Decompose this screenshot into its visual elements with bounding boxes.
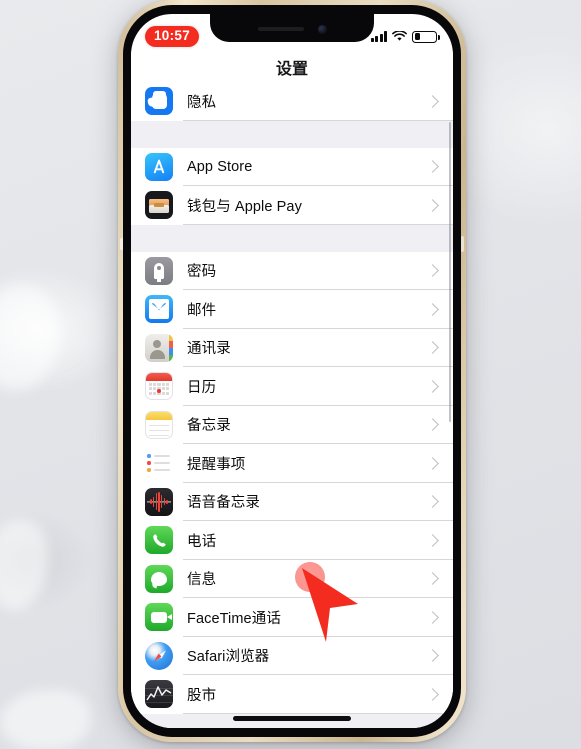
settings-row-phone[interactable]: 电话: [131, 521, 453, 560]
chevron-right-icon: [426, 160, 439, 174]
phone-screen: 10:57 设置 隐私 App Store 钱包与 Apple Pay 密码 邮…: [131, 14, 453, 728]
chevron-right-icon: [426, 94, 439, 108]
chevron-right-icon: [426, 456, 439, 470]
list-scrollbar[interactable]: [448, 122, 451, 422]
settings-row-label: Safari浏览器: [187, 649, 270, 666]
settings-row-label: 日历: [187, 379, 217, 396]
voice-memos-icon: [145, 487, 173, 516]
settings-list: 隐私 App Store 钱包与 Apple Pay 密码 邮件 通讯录 日历 …: [131, 82, 453, 728]
settings-group: 隐私: [131, 82, 453, 121]
settings-row-facetime[interactable]: FaceTime通话: [131, 598, 453, 637]
stocks-icon: [145, 680, 173, 709]
settings-row-label: 隐私: [187, 94, 217, 111]
settings-group: 密码 邮件 通讯录 日历 备忘录 提醒事项 语音备忘录 电话 信息 FaceTi…: [131, 251, 453, 714]
notes-icon: [145, 410, 173, 439]
background-blob: [0, 690, 90, 749]
settings-row-label: FaceTime通话: [187, 610, 281, 627]
app-store-icon: [145, 152, 173, 181]
phone-icon: [145, 526, 173, 555]
safari-icon: [145, 641, 173, 670]
chevron-right-icon: [426, 198, 439, 212]
settings-group: App Store 钱包与 Apple Pay: [131, 147, 453, 225]
settings-row-label: 语音备忘录: [187, 495, 260, 512]
settings-row-label: 备忘录: [187, 418, 231, 435]
calendar-icon: [145, 372, 173, 401]
chevron-right-icon: [426, 379, 439, 393]
privacy-hand-icon: [145, 87, 173, 116]
settings-row-notes[interactable]: 备忘录: [131, 405, 453, 444]
background-blob: [0, 285, 60, 390]
settings-row-label: 钱包与 Apple Pay: [187, 198, 302, 215]
chevron-right-icon: [426, 572, 439, 586]
notch: [210, 14, 374, 42]
background-blob: [0, 520, 48, 610]
settings-row-label: 电话: [187, 533, 217, 550]
chevron-right-icon: [426, 649, 439, 663]
settings-row-label: 股市: [187, 687, 217, 704]
settings-row-messages[interactable]: 信息: [131, 559, 453, 598]
front-camera-icon: [317, 24, 327, 34]
facetime-icon: [145, 603, 173, 632]
chevron-right-icon: [426, 610, 439, 624]
settings-row-reminders[interactable]: 提醒事项: [131, 444, 453, 483]
mail-envelope-icon: [145, 295, 173, 324]
contacts-icon: [145, 333, 173, 362]
chevron-right-icon: [426, 302, 439, 316]
passwords-key-icon: [145, 256, 173, 285]
status-indicators: [370, 30, 440, 43]
chevron-right-icon: [426, 341, 439, 355]
reminders-icon: [145, 449, 173, 478]
chevron-right-icon: [426, 495, 439, 509]
section-gap: [131, 224, 453, 252]
chevron-right-icon: [426, 687, 439, 701]
settings-row-mail[interactable]: 邮件: [131, 290, 453, 329]
settings-row-label: 邮件: [187, 302, 217, 319]
settings-row-voice-memos[interactable]: 语音备忘录: [131, 482, 453, 521]
chevron-right-icon: [426, 533, 439, 547]
settings-row-label: App Store: [187, 158, 253, 175]
chevron-right-icon: [426, 264, 439, 278]
settings-row-privacy[interactable]: 隐私: [131, 82, 453, 121]
settings-row-label: 密码: [187, 264, 217, 281]
settings-row-passwords[interactable]: 密码: [131, 251, 453, 290]
section-gap: [131, 120, 453, 148]
iphone-device: 10:57 设置 隐私 App Store 钱包与 Apple Pay 密码 邮…: [118, 0, 466, 742]
messages-icon: [145, 564, 173, 593]
settings-row-safari[interactable]: Safari浏览器: [131, 636, 453, 675]
device-bezel: 10:57 设置 隐私 App Store 钱包与 Apple Pay 密码 邮…: [123, 5, 461, 737]
settings-row-contacts[interactable]: 通讯录: [131, 328, 453, 367]
chevron-right-icon: [426, 418, 439, 432]
page-title: 设置: [131, 52, 453, 82]
settings-row-label: 提醒事项: [187, 456, 246, 473]
settings-row-label: 信息: [187, 572, 217, 589]
settings-row-stocks[interactable]: 股市: [131, 675, 453, 714]
wallet-icon: [145, 191, 173, 220]
settings-row-label: 通讯录: [187, 341, 231, 358]
settings-row-wallet[interactable]: 钱包与 Apple Pay: [131, 186, 453, 225]
wifi-icon: [392, 31, 407, 41]
settings-row-calendar[interactable]: 日历: [131, 367, 453, 406]
status-time-recording-pill: 10:57: [145, 26, 200, 47]
home-indicator-bar[interactable]: [233, 716, 351, 721]
earpiece-speaker-icon: [257, 27, 304, 31]
battery-icon: [412, 30, 440, 43]
settings-row-app-store[interactable]: App Store: [131, 147, 453, 186]
cellular-signal-icon: [370, 31, 387, 42]
